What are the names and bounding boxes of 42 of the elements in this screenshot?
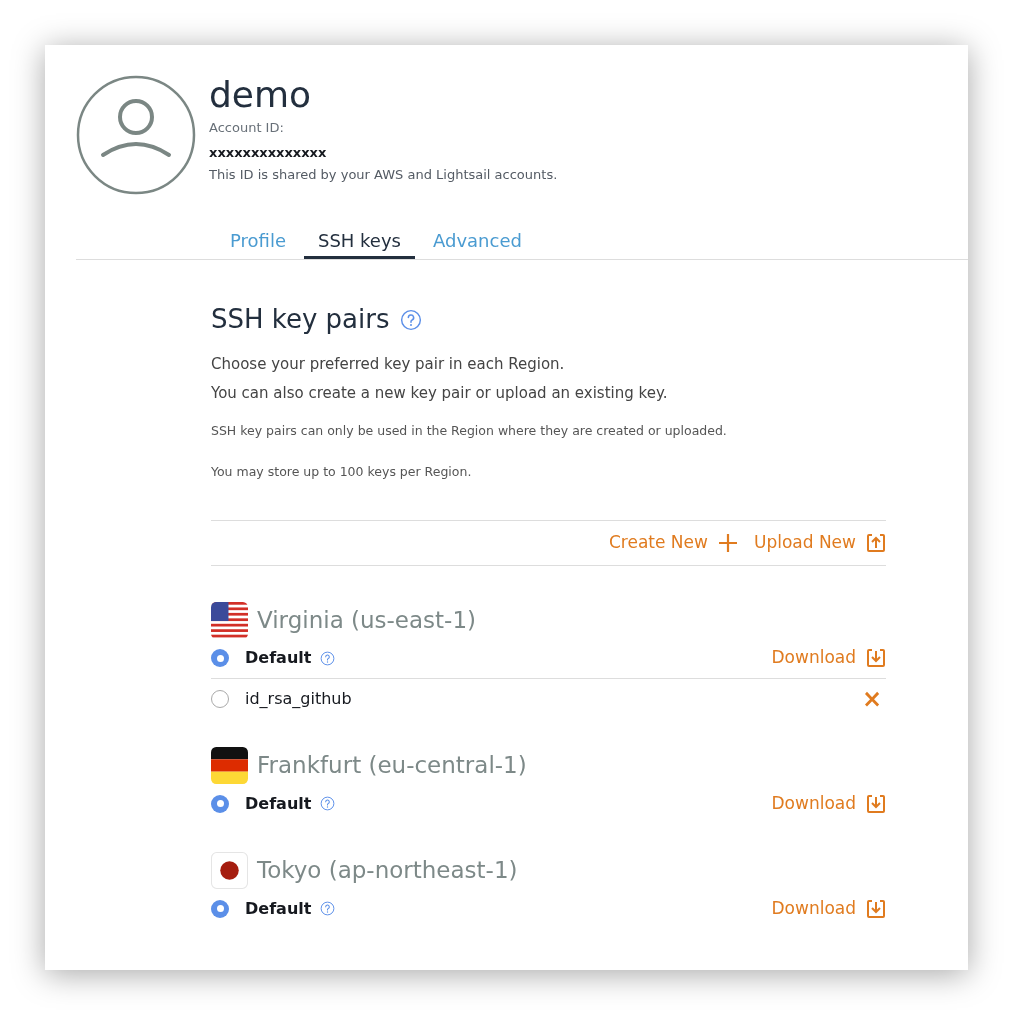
account-name: demo xyxy=(209,75,313,115)
download-icon[interactable] xyxy=(866,898,886,919)
key-name: Default xyxy=(245,897,312,920)
tab[interactable]: SSH keys xyxy=(303,225,415,259)
note-text: You may store up to 100 keys per Region. xyxy=(211,462,473,481)
help-icon[interactable] xyxy=(320,650,336,666)
tab[interactable]: Profile xyxy=(216,225,300,259)
help-icon[interactable] xyxy=(399,308,422,331)
create-new-button[interactable]: Create New xyxy=(608,529,738,556)
tab[interactable]: Advanced xyxy=(418,225,536,259)
download-icon[interactable] xyxy=(866,793,886,814)
delete-button[interactable]: × xyxy=(861,686,886,711)
download-button[interactable]: Download xyxy=(771,895,886,922)
key-name: Default xyxy=(245,792,312,815)
region-name: Tokyo (ap-northeast-1) xyxy=(257,855,518,885)
upload-new-button[interactable]: Upload New xyxy=(753,529,886,556)
account-id: xxxxxxxxxxxxxx xyxy=(209,143,328,162)
radio-button[interactable] xyxy=(211,689,229,708)
flag-icon xyxy=(211,746,248,784)
section-title: SSH key pairs xyxy=(211,303,390,336)
plus-icon xyxy=(717,532,738,553)
radio-button[interactable] xyxy=(211,794,229,813)
help-icon[interactable] xyxy=(320,796,336,811)
region-name: Frankfurt (eu-central-1) xyxy=(257,750,527,780)
flag-icon xyxy=(211,601,248,639)
intro-text: You can also create a new key pair or upload an existing key. xyxy=(211,382,669,404)
intro-text: Choose your preferred key pair in each Region. xyxy=(211,354,566,375)
note-text: SSH key pairs can only be used in the Region where they are created or uploaded. xyxy=(211,422,728,440)
flag-icon xyxy=(211,851,248,889)
radio-button[interactable] xyxy=(211,649,229,667)
download-button[interactable]: Download xyxy=(771,790,886,817)
download-icon[interactable] xyxy=(866,648,886,668)
radio-button[interactable] xyxy=(211,899,229,918)
avatar-icon xyxy=(76,75,196,195)
help-icon[interactable] xyxy=(320,901,336,916)
upload-icon[interactable] xyxy=(866,532,886,553)
key-name: id_rsa_github xyxy=(245,687,352,710)
download-button[interactable]: Download xyxy=(771,645,886,671)
key-name: Default xyxy=(245,647,312,669)
account-note: This ID is shared by your AWS and Lightsail accounts. xyxy=(209,166,558,184)
account-id-label: Account ID: xyxy=(209,119,285,137)
region-name: Virginia (us-east-1) xyxy=(257,605,477,635)
